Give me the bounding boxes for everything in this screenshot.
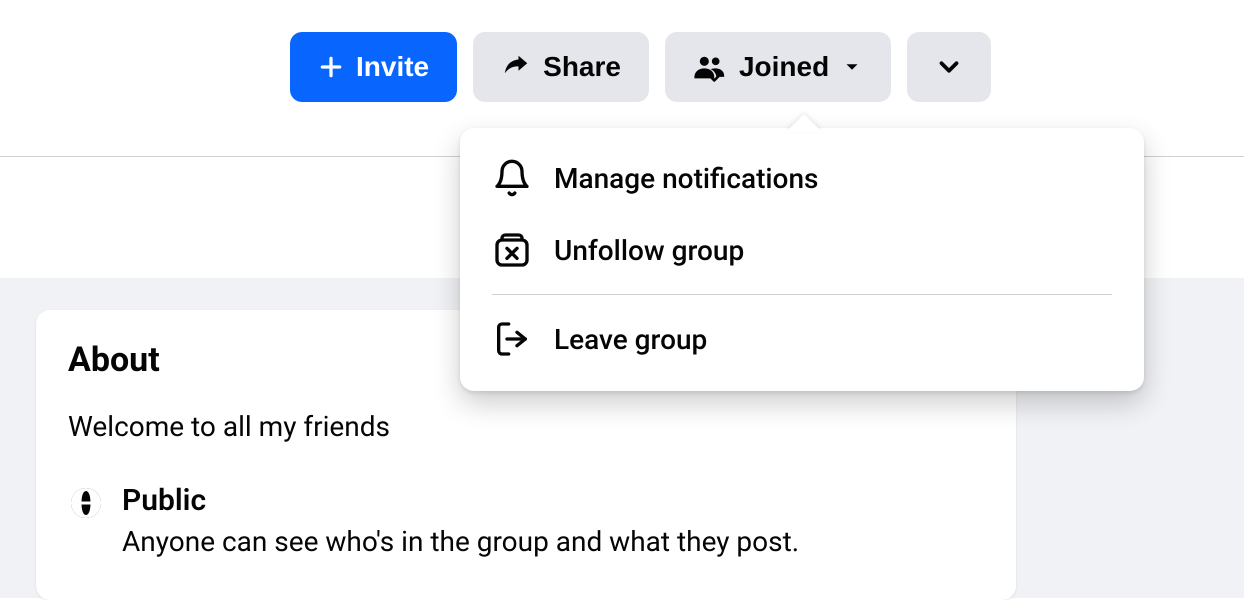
privacy-title: Public: [122, 483, 799, 518]
plus-icon: [318, 54, 344, 80]
invite-label: Invite: [356, 51, 429, 83]
group-icon: [693, 52, 727, 82]
caret-down-icon: [841, 56, 863, 78]
unfollow-icon: [492, 230, 532, 270]
manage-notifications-item[interactable]: Manage notifications: [474, 142, 1130, 214]
unfollow-group-item[interactable]: Unfollow group: [474, 214, 1130, 286]
dropdown-separator: [492, 294, 1112, 295]
privacy-text: Public Anyone can see who's in the group…: [122, 483, 799, 560]
joined-button[interactable]: Joined: [665, 32, 891, 102]
privacy-subtitle: Anyone can see who's in the group and wh…: [122, 524, 799, 560]
manage-notifications-label: Manage notifications: [554, 162, 818, 195]
share-icon: [501, 52, 531, 82]
leave-icon: [492, 319, 532, 359]
share-label: Share: [543, 51, 621, 83]
leave-group-item[interactable]: Leave group: [474, 303, 1130, 375]
share-button[interactable]: Share: [473, 32, 649, 102]
globe-icon: [68, 485, 104, 521]
bell-icon: [492, 158, 532, 198]
privacy-row: Public Anyone can see who's in the group…: [68, 483, 984, 560]
chevron-down-icon: [934, 52, 964, 82]
about-description: Welcome to all my friends: [68, 410, 984, 443]
leave-group-label: Leave group: [554, 323, 707, 356]
more-actions-button[interactable]: [907, 32, 991, 102]
joined-label: Joined: [739, 51, 829, 83]
unfollow-group-label: Unfollow group: [554, 234, 744, 267]
joined-dropdown: Manage notifications Unfollow group Leav…: [460, 128, 1144, 391]
group-action-toolbar: Invite Share Joined: [290, 32, 991, 102]
invite-button[interactable]: Invite: [290, 32, 457, 102]
dropdown-arrow: [786, 114, 822, 132]
